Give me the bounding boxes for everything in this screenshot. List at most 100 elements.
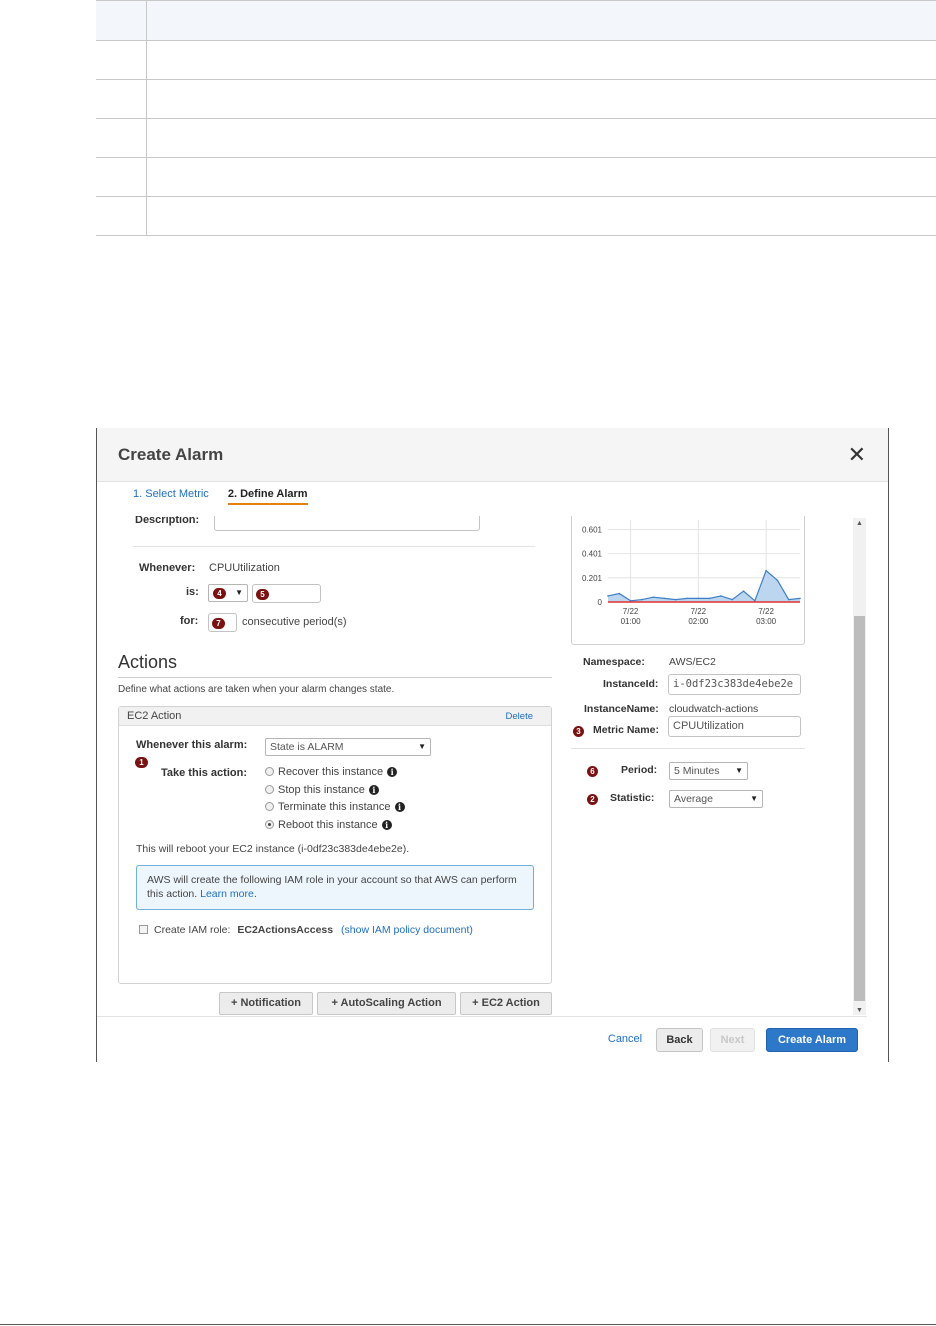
data-point bbox=[787, 598, 790, 601]
info-icon[interactable]: i bbox=[368, 785, 379, 795]
scrollbar-thumb[interactable] bbox=[854, 616, 865, 1001]
instance-name-label: InstanceName: bbox=[584, 703, 659, 715]
table-row bbox=[96, 118, 936, 158]
data-point bbox=[607, 595, 609, 597]
close-icon[interactable]: ✕ bbox=[848, 442, 866, 468]
period-select[interactable]: 5 Minutes ▼ bbox=[669, 762, 748, 780]
data-point bbox=[708, 597, 711, 600]
y-tick-label: 0 bbox=[598, 598, 603, 607]
table-row bbox=[96, 40, 936, 80]
data-point bbox=[686, 597, 688, 600]
ec2-action-panel: EC2 Action Delete Whenever this alarm: S… bbox=[118, 706, 552, 984]
take-action-label: Take this action: bbox=[161, 767, 247, 779]
namespace-label: Namespace: bbox=[583, 656, 645, 668]
y-tick-label: 0.201 bbox=[582, 574, 603, 583]
data-point bbox=[652, 596, 654, 598]
next-button[interactable]: Next bbox=[710, 1028, 755, 1052]
vertical-scrollbar[interactable]: ▲ ▼ bbox=[853, 518, 866, 1015]
x-tick-date: 7/22 bbox=[758, 607, 774, 616]
metric-chart-svg: 0.6010.4010.20107/2201:007/2202:007/2203… bbox=[582, 520, 801, 626]
step-define-alarm[interactable]: 2. Define Alarm bbox=[227, 488, 308, 505]
doc-table bbox=[96, 0, 936, 236]
info-icon[interactable]: i bbox=[381, 820, 392, 830]
alarm-state-select[interactable]: State is ALARM ▼ bbox=[265, 738, 431, 756]
dialog-header: Create Alarm ✕ bbox=[97, 428, 888, 482]
show-iam-policy-link[interactable]: (show IAM policy document) bbox=[341, 924, 473, 936]
y-tick-label: 0.401 bbox=[582, 550, 603, 559]
data-point bbox=[742, 590, 745, 592]
chevron-down-icon: ▼ bbox=[235, 588, 243, 597]
data-point bbox=[674, 598, 677, 601]
step-select-metric[interactable]: 1. Select Metric bbox=[133, 488, 209, 503]
data-point bbox=[641, 598, 643, 601]
callout-badge: 4 bbox=[213, 588, 226, 599]
metric-chart: 0.601 0.401 0.201 0 7/22 01:00 7/22 02:00 7/22 03… bbox=[571, 516, 805, 645]
x-tick-date: 7/22 bbox=[691, 607, 707, 616]
comparison-operator-select[interactable]: 4 ▼ bbox=[208, 584, 248, 602]
x-tick-time: 02:00 bbox=[688, 617, 709, 626]
data-point bbox=[697, 597, 700, 600]
callout-badge: 2 bbox=[587, 794, 598, 805]
radio-button[interactable] bbox=[265, 767, 274, 776]
create-iam-checkbox[interactable] bbox=[139, 925, 148, 934]
callout-badge: 6 bbox=[587, 766, 598, 777]
cancel-link[interactable]: Cancel bbox=[602, 1028, 648, 1052]
back-button[interactable]: Back bbox=[656, 1028, 703, 1052]
statistic-select[interactable]: Average ▼ bbox=[669, 790, 763, 808]
callout-badge: 5 bbox=[256, 589, 269, 600]
panel-title: EC2 Action bbox=[127, 710, 182, 722]
add-notification-button[interactable]: + Notification bbox=[219, 992, 313, 1015]
callout-badge: 7 bbox=[212, 618, 225, 629]
data-point bbox=[618, 592, 621, 595]
x-tick-time: 03:00 bbox=[756, 617, 777, 626]
scroll-up-icon[interactable]: ▲ bbox=[853, 520, 866, 527]
table-row bbox=[96, 157, 936, 197]
data-point bbox=[663, 597, 666, 600]
wizard-steps: 1. Select Metric 2. Define Alarm bbox=[133, 488, 324, 505]
instance-name-value: cloudwatch-actions bbox=[669, 703, 759, 715]
x-tick-date: 7/22 bbox=[623, 607, 639, 616]
create-iam-label: Create IAM role: bbox=[154, 924, 231, 936]
whenever-metric: CPUUtilization bbox=[209, 562, 280, 574]
info-icon[interactable]: i bbox=[387, 767, 398, 777]
radio-reboot[interactable]: Reboot this instance i bbox=[265, 819, 392, 831]
add-ec2-action-button[interactable]: + EC2 Action bbox=[460, 992, 552, 1015]
metric-name-input[interactable]: CPUUtilization bbox=[668, 716, 801, 737]
info-icon[interactable]: i bbox=[394, 802, 405, 812]
data-point bbox=[731, 598, 734, 601]
for-label: for: bbox=[180, 615, 199, 627]
namespace-value: AWS/EC2 bbox=[669, 656, 716, 668]
dialog-title: Create Alarm bbox=[118, 445, 224, 464]
instance-id-input[interactable]: i-0df23c383de4ebe2e bbox=[668, 674, 801, 695]
callout-badge: 1 bbox=[135, 757, 148, 768]
delete-link[interactable]: Delete bbox=[506, 711, 533, 722]
radio-button[interactable] bbox=[265, 785, 274, 794]
description-input[interactable] bbox=[214, 516, 480, 531]
periods-input[interactable]: 7 bbox=[208, 613, 237, 632]
reboot-note: This will reboot your EC2 instance (i-0d… bbox=[136, 843, 410, 855]
radio-stop[interactable]: Stop this instance i bbox=[265, 784, 379, 796]
table-row bbox=[96, 79, 936, 119]
table-row bbox=[96, 0, 936, 41]
radio-button[interactable] bbox=[265, 802, 274, 811]
scroll-down-icon[interactable]: ▼ bbox=[853, 1007, 866, 1014]
radio-recover[interactable]: Recover this instance i bbox=[265, 766, 398, 778]
alarm-state-value: State is ALARM bbox=[270, 741, 344, 753]
period-value: 5 Minutes bbox=[674, 765, 720, 777]
is-label: is: bbox=[186, 586, 199, 598]
divider bbox=[118, 677, 552, 678]
radio-button-selected[interactable] bbox=[265, 820, 274, 829]
create-alarm-button[interactable]: Create Alarm bbox=[766, 1028, 858, 1052]
actions-description: Define what actions are taken when your … bbox=[118, 684, 395, 695]
radio-terminate[interactable]: Terminate this instance i bbox=[265, 801, 405, 813]
create-iam-row: Create IAM role: EC2ActionsAccess (show … bbox=[139, 924, 473, 936]
threshold-value-input[interactable]: 5 bbox=[252, 584, 321, 603]
add-autoscaling-action-button[interactable]: + AutoScaling Action bbox=[317, 992, 456, 1015]
dialog-footer: Cancel Back Next Create Alarm bbox=[97, 1016, 867, 1062]
chevron-down-icon: ▼ bbox=[735, 766, 743, 775]
iam-role-name: EC2ActionsAccess bbox=[237, 924, 334, 936]
data-point bbox=[765, 569, 767, 572]
y-tick-label: 0.601 bbox=[582, 526, 603, 535]
learn-more-link[interactable]: Learn more bbox=[200, 888, 254, 900]
callout-badge: 3 bbox=[573, 726, 584, 737]
